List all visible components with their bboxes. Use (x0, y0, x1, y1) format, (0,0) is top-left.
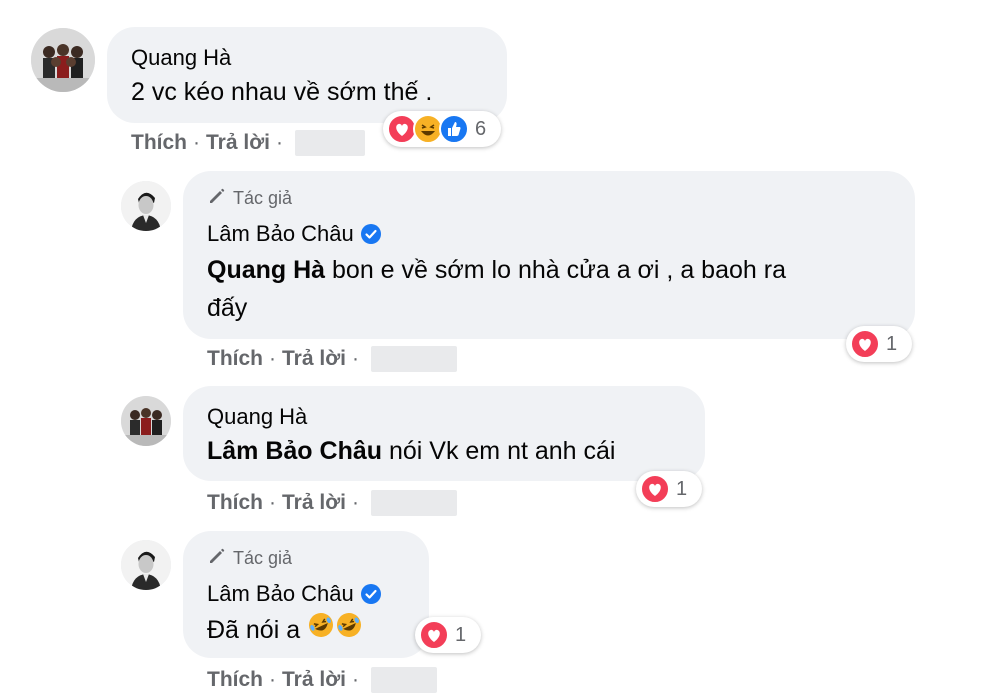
rolling-laughing-emoji (336, 612, 362, 648)
like-icon (439, 114, 469, 144)
reaction-count: 1 (886, 332, 898, 355)
comment-actions: Thích · Trả lời · (207, 667, 437, 693)
like-button[interactable]: Thích (207, 347, 263, 371)
reactions-summary[interactable]: 6 (383, 111, 501, 147)
comment-actions: Thích · Trả lời · (207, 346, 457, 372)
love-icon (640, 474, 670, 504)
avatar-quang-ha[interactable] (121, 396, 171, 446)
mention-link[interactable]: Lâm Bảo Châu (207, 437, 382, 465)
reaction-count: 1 (676, 477, 688, 500)
like-button[interactable]: Thích (207, 668, 263, 692)
reply-button[interactable]: Trả lời (282, 491, 346, 515)
pencil-icon (207, 186, 227, 211)
commenter-name[interactable]: Quang Hà (207, 404, 307, 430)
redacted-timestamp (370, 490, 457, 516)
mention-link[interactable]: Quang Hà (207, 256, 325, 284)
rolling-laughing-emoji (308, 612, 334, 648)
redacted-timestamp (370, 346, 457, 372)
comment-text: Đã nói a (207, 612, 362, 648)
redacted-timestamp (294, 130, 365, 156)
commenter-name[interactable]: Lâm Bảo Châu (207, 581, 382, 607)
like-button[interactable]: Thích (207, 491, 263, 515)
love-icon (419, 620, 449, 650)
like-button[interactable]: Thích (131, 131, 187, 155)
avatar-quang-ha[interactable] (31, 28, 95, 92)
reply-button[interactable]: Trả lời (206, 131, 270, 155)
redacted-timestamp (370, 667, 437, 693)
avatar-lam-bao-chau[interactable] (121, 181, 171, 231)
love-icon (850, 329, 880, 359)
comment-actions: Thích · Trả lời · (207, 490, 457, 516)
avatar-lam-bao-chau[interactable] (121, 540, 171, 590)
verified-badge-icon (360, 223, 382, 245)
commenter-name[interactable]: Quang Hà (131, 45, 231, 71)
verified-badge-icon (360, 583, 382, 605)
comment-text: Lâm Bảo Châu nói Vk em nt anh cái (207, 437, 616, 465)
comment-text: Quang Hà bon e về sớm lo nhà cửa a ơi , … (207, 256, 786, 284)
reactions-summary[interactable]: 1 (415, 617, 481, 653)
comment-actions: Thích · Trả lời · (131, 130, 365, 156)
reactions-summary[interactable]: 1 (636, 471, 702, 507)
commenter-name[interactable]: Lâm Bảo Châu (207, 221, 382, 247)
comment-text-continued: đấy (207, 294, 248, 322)
reaction-count: 1 (455, 623, 467, 646)
reply-button[interactable]: Trả lời (282, 668, 346, 692)
reply-button[interactable]: Trả lời (282, 347, 346, 371)
comment-text: 2 vc kéo nhau về sớm thế . (131, 78, 433, 106)
pencil-icon (207, 546, 227, 571)
reaction-count: 6 (475, 117, 487, 140)
author-badge: Tác giả (207, 546, 292, 571)
reactions-summary[interactable]: 1 (846, 326, 912, 362)
author-badge: Tác giả (207, 186, 292, 211)
